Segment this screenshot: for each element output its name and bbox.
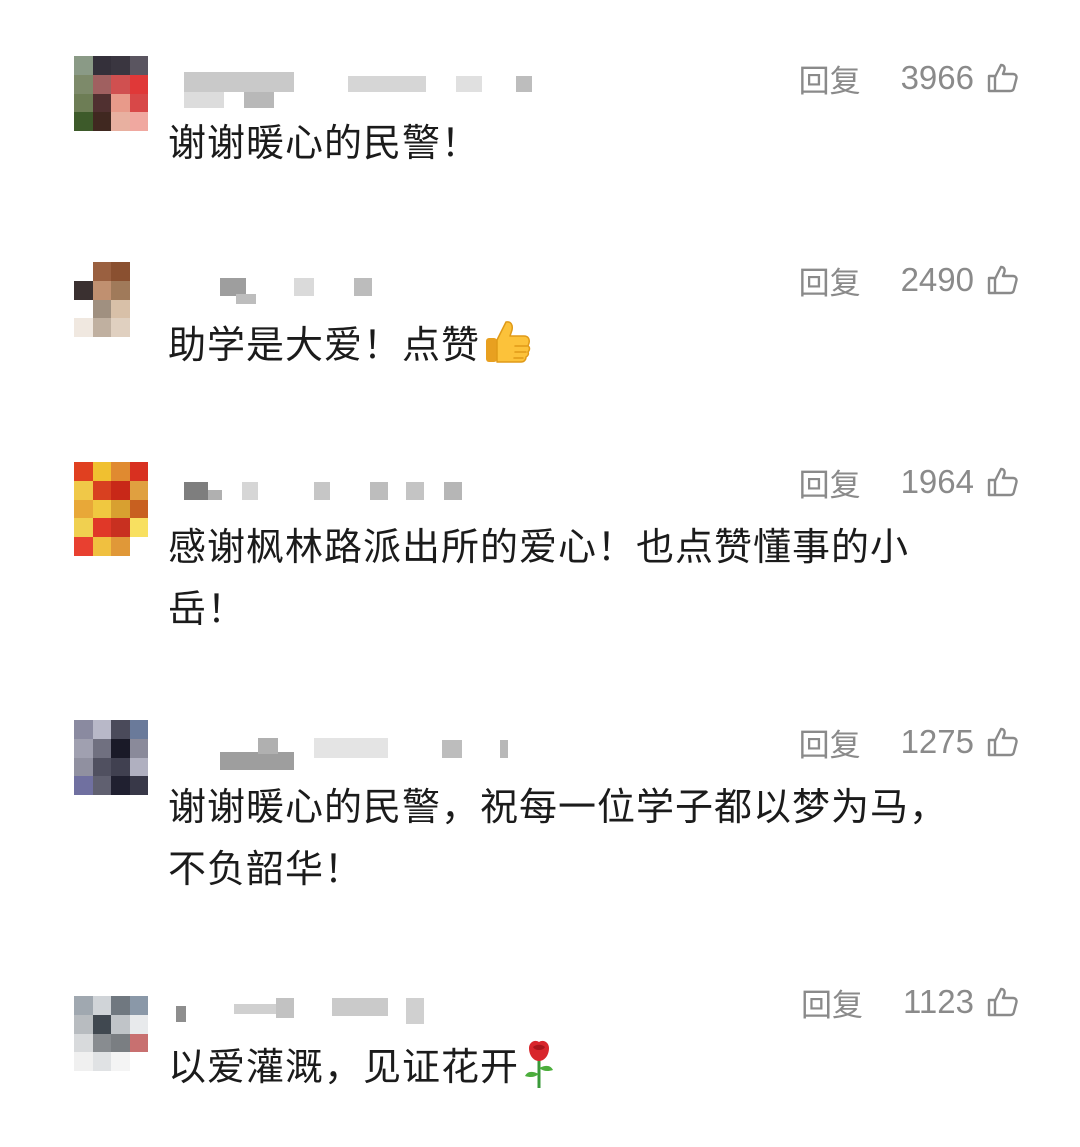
- comment-text-body: 助学是大爱！点赞: [168, 323, 481, 367]
- thumbs-up-outline-icon[interactable]: [986, 985, 1020, 1019]
- username-blurred[interactable]: [184, 276, 564, 316]
- username-blurred[interactable]: [176, 994, 564, 1034]
- like-count: 1275: [900, 723, 974, 760]
- comment-text: 谢谢暖心的民警！: [168, 121, 481, 165]
- avatar[interactable]: [74, 462, 148, 556]
- thumbs-up-outline-icon[interactable]: [986, 465, 1020, 499]
- comment-actions: 回复 1964: [799, 460, 1020, 505]
- like-count: 1123: [903, 983, 974, 1020]
- rose-emoji-icon: [525, 1040, 554, 1088]
- avatar[interactable]: [74, 262, 148, 356]
- avatar[interactable]: [74, 996, 148, 1090]
- comment-actions: 回复 1275: [799, 720, 1020, 765]
- comment-text: 感谢枫林路派出所的爱心！也点赞懂事的小岳！: [168, 525, 910, 631]
- thumbs-up-outline-icon[interactable]: [986, 263, 1020, 297]
- comment-actions: 回复 3966: [799, 56, 1020, 101]
- comment-actions: 回复 2490: [799, 258, 1020, 303]
- reply-button[interactable]: 回复: [801, 980, 863, 1025]
- reply-button[interactable]: 回复: [799, 258, 861, 303]
- comment-actions: 回复 1123: [801, 980, 1020, 1025]
- thumbs-up-outline-icon[interactable]: [986, 725, 1020, 759]
- thumbs-up-emoji-icon: [486, 321, 531, 363]
- reply-button[interactable]: 回复: [799, 56, 861, 101]
- username-blurred[interactable]: [184, 736, 564, 776]
- comment-text: 助学是大爱！点赞: [168, 314, 968, 376]
- username-blurred[interactable]: [184, 72, 564, 112]
- reply-button[interactable]: 回复: [799, 460, 861, 505]
- thumbs-up-outline-icon[interactable]: [986, 61, 1020, 95]
- like-count: 1964: [900, 463, 974, 500]
- like-count: 2490: [900, 261, 974, 298]
- reply-button[interactable]: 回复: [799, 720, 861, 765]
- comment-text-body: 以爱灌溉，见证花开: [168, 1045, 520, 1089]
- avatar[interactable]: [74, 56, 148, 150]
- username-blurred[interactable]: [184, 478, 564, 518]
- like-count: 3966: [900, 59, 974, 96]
- comment-text: 以爱灌溉，见证花开: [168, 1036, 968, 1098]
- comment-text: 谢谢暖心的民警，祝每一位学子都以梦为马，不负韶华！: [168, 785, 949, 891]
- avatar[interactable]: [74, 720, 148, 814]
